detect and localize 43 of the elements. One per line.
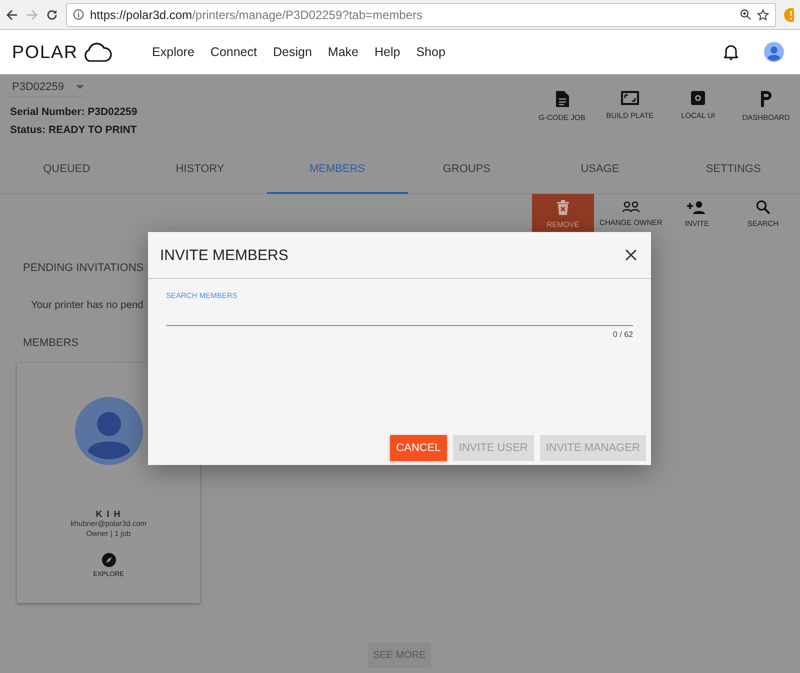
nav-link[interactable]: Design bbox=[264, 45, 320, 59]
avatar-icon bbox=[74, 397, 142, 465]
character-counter: 0 / 62 bbox=[612, 330, 633, 339]
nav-link[interactable]: Shop bbox=[408, 45, 454, 59]
printer-select[interactable]: P3D02259 bbox=[10, 81, 84, 97]
cloud-icon bbox=[82, 42, 112, 62]
info-icon bbox=[73, 9, 84, 20]
people-icon bbox=[622, 201, 640, 213]
dialog-button[interactable]: CANCEL bbox=[390, 435, 447, 461]
tab[interactable]: SETTINGS bbox=[666, 145, 800, 194]
serial-number: Serial Number: P3D02259 bbox=[10, 105, 138, 120]
section-heading: MEMBERS bbox=[23, 337, 80, 349]
empty-message: Your printer has no pend bbox=[31, 300, 144, 311]
compass-icon bbox=[102, 553, 116, 567]
dropdown-arrow-icon bbox=[76, 85, 84, 89]
nav-link[interactable]: Connect bbox=[202, 45, 265, 59]
tab[interactable]: HISTORY bbox=[133, 145, 267, 194]
dialog-title: INVITE MEMBERS bbox=[160, 246, 288, 264]
add-person-icon bbox=[687, 200, 707, 214]
nav-link[interactable]: Help bbox=[366, 45, 408, 59]
zoom-icon[interactable] bbox=[740, 9, 751, 20]
tab[interactable]: QUEUED bbox=[0, 145, 134, 194]
frame-icon bbox=[621, 91, 639, 105]
back-icon[interactable] bbox=[6, 8, 18, 20]
bell-icon[interactable] bbox=[724, 44, 738, 60]
avatar-icon[interactable] bbox=[764, 42, 784, 62]
close-icon[interactable] bbox=[625, 249, 637, 261]
reload-icon[interactable] bbox=[46, 8, 58, 20]
tab[interactable]: USAGE bbox=[533, 145, 667, 194]
printer-status: Status: READY TO PRINT bbox=[10, 123, 138, 138]
letter-p-icon bbox=[760, 91, 772, 107]
address-bar[interactable]: https://polar3d.com/printers/manage/P3D02259?tab=members bbox=[66, 2, 776, 26]
chip-icon bbox=[691, 91, 705, 105]
section-heading: PENDING INVITATIONS bbox=[23, 262, 145, 274]
url-text: https://polar3d.com/printers/manage/P3D02259?tab=members bbox=[90, 8, 424, 22]
nav-link[interactable]: Make bbox=[320, 45, 366, 59]
search-icon bbox=[756, 200, 770, 214]
star-icon[interactable] bbox=[757, 8, 769, 20]
member-name: K I H bbox=[96, 509, 122, 519]
trash-icon bbox=[557, 200, 569, 214]
document-icon bbox=[555, 91, 569, 107]
nav-link[interactable]: Explore bbox=[144, 45, 202, 59]
logo-text: POLAR bbox=[12, 42, 78, 62]
